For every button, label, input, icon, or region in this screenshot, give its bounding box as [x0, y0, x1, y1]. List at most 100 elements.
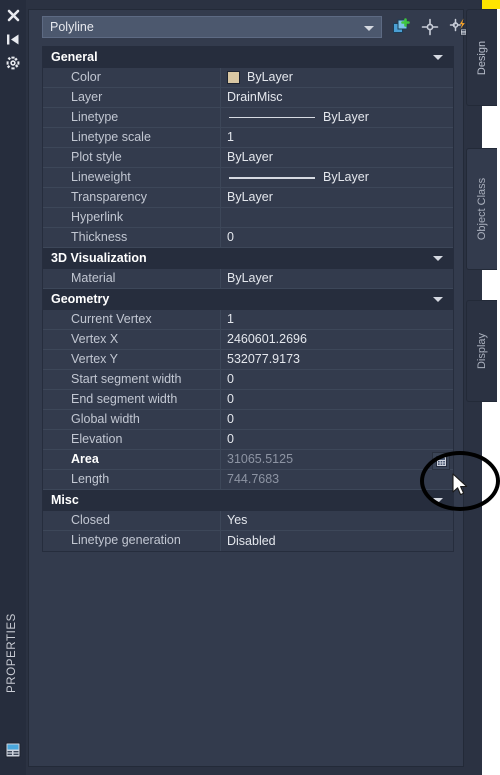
properties-content: Polyline General Color ByLayer Layer Dra… [28, 9, 468, 767]
property-grid: General Color ByLayer Layer DrainMisc Linetyp… [42, 46, 454, 552]
chevron-down-icon[interactable] [433, 297, 443, 302]
property-value-cell[interactable]: ByLayer [221, 148, 453, 167]
property-value-cell[interactable] [221, 208, 453, 227]
property-label: Vertex Y [43, 350, 221, 369]
tab-object-class[interactable]: Object Class [466, 148, 497, 270]
property-value-cell[interactable]: Yes [221, 511, 453, 530]
chevron-down-icon[interactable] [364, 26, 374, 31]
property-value: ByLayer [227, 190, 273, 204]
property-label: Current Vertex [43, 310, 221, 329]
property-row[interactable]: End segment width 0 [43, 390, 453, 410]
property-value: 0 [227, 372, 234, 386]
property-value-cell[interactable]: 0 [221, 430, 453, 449]
auto-hide-icon[interactable] [0, 28, 26, 50]
property-value-cell[interactable]: ByLayer [221, 168, 453, 187]
property-value-cell[interactable]: DrainMisc [221, 88, 453, 107]
property-row[interactable]: Thickness 0 [43, 228, 453, 248]
property-label: Plot style [43, 148, 221, 167]
select-objects-button[interactable] [418, 15, 442, 39]
property-label: Thickness [43, 228, 221, 247]
property-row[interactable]: Material ByLayer [43, 269, 453, 289]
property-value-cell[interactable]: ByLayer [221, 269, 453, 288]
property-value-cell[interactable]: 532077.9173 [221, 350, 453, 369]
property-value-cell[interactable]: 0 [221, 410, 453, 429]
property-value: DrainMisc [227, 90, 283, 104]
tab-display[interactable]: Display [466, 300, 497, 402]
property-value: 0 [227, 432, 234, 446]
properties-icon [5, 742, 21, 758]
property-value-cell[interactable]: 0 [221, 370, 453, 389]
property-row[interactable]: Lineweight ByLayer [43, 168, 453, 188]
property-row[interactable]: Linetype generation Disabled [43, 531, 453, 551]
property-value-cell[interactable]: 744.7683 [221, 470, 453, 489]
property-value-cell[interactable]: 31065.5125 [221, 450, 453, 469]
section-header-general[interactable]: General [43, 47, 453, 68]
property-row[interactable]: Closed Yes [43, 511, 453, 531]
color-swatch-icon [227, 71, 240, 84]
close-icon[interactable] [0, 4, 26, 26]
property-value: ByLayer [323, 170, 369, 184]
property-label: Linetype [43, 108, 221, 127]
property-label: Hyperlink [43, 208, 221, 227]
property-row[interactable]: Layer DrainMisc [43, 88, 453, 108]
property-value: ByLayer [227, 271, 273, 285]
panel-settings-icon[interactable] [0, 52, 26, 74]
property-label: Start segment width [43, 370, 221, 389]
property-row[interactable]: Hyperlink [43, 208, 453, 228]
property-row[interactable]: Vertex X 2460601.2696 [43, 330, 453, 350]
property-value-cell[interactable]: ByLayer [221, 188, 453, 207]
property-value: ByLayer [323, 110, 369, 124]
property-row[interactable]: Current Vertex 1 [43, 310, 453, 330]
property-label: Lineweight [43, 168, 221, 187]
property-value: 2460601.2696 [227, 332, 307, 346]
tab-design[interactable]: Design [466, 9, 497, 106]
section-header-3d-visualization[interactable]: 3D Visualization [43, 248, 453, 269]
chevron-down-icon[interactable] [433, 256, 443, 261]
chevron-down-icon[interactable] [433, 55, 443, 60]
property-value-cell[interactable]: 1 [221, 128, 453, 147]
palette-gutter: PROPERTIES [0, 0, 26, 775]
chevron-down-icon[interactable] [433, 498, 443, 503]
quick-calculator-button[interactable] [432, 452, 450, 470]
property-value-cell[interactable]: 0 [221, 228, 453, 247]
property-value-cell[interactable]: 1 [221, 310, 453, 329]
property-value: ByLayer [227, 150, 273, 164]
property-row[interactable]: Linetype ByLayer [43, 108, 453, 128]
property-value: 1 [227, 312, 234, 326]
property-value: 0 [227, 392, 234, 406]
section-header-misc[interactable]: Misc [43, 490, 453, 511]
section-title: Geometry [51, 292, 110, 306]
lineweight-preview-icon [229, 176, 315, 179]
property-value-cell[interactable]: 0 [221, 390, 453, 409]
property-row[interactable]: Area 31065.5125 [43, 450, 453, 470]
property-value-cell[interactable]: ByLayer [221, 68, 453, 87]
tab-object-class-label: Object Class [476, 177, 488, 241]
property-row[interactable]: Length 744.7683 [43, 470, 453, 490]
property-value-cell[interactable]: 2460601.2696 [221, 330, 453, 349]
property-label: Color [43, 68, 221, 87]
property-row[interactable]: Plot style ByLayer [43, 148, 453, 168]
property-value: Yes [227, 513, 248, 527]
property-label: Linetype scale [43, 128, 221, 147]
property-row[interactable]: Transparency ByLayer [43, 188, 453, 208]
property-row[interactable]: Vertex Y 532077.9173 [43, 350, 453, 370]
property-label: End segment width [43, 390, 221, 409]
property-row[interactable]: Start segment width 0 [43, 370, 453, 390]
linetype-preview-icon [229, 117, 315, 118]
property-row[interactable]: Global width 0 [43, 410, 453, 430]
object-type-value: Polyline [50, 20, 94, 34]
property-row[interactable]: Elevation 0 [43, 430, 453, 450]
property-value: Disabled [227, 533, 276, 548]
property-row[interactable]: Color ByLayer [43, 68, 453, 88]
property-value: 0 [227, 412, 234, 426]
property-label: Layer [43, 88, 221, 107]
object-type-combo[interactable]: Polyline [42, 16, 382, 38]
property-label: Material [43, 269, 221, 288]
property-value-cell[interactable]: Disabled [221, 531, 453, 551]
section-header-geometry[interactable]: Geometry [43, 289, 453, 310]
toggle-pickadd-button[interactable] [389, 15, 413, 39]
property-value-cell[interactable]: ByLayer [221, 108, 453, 127]
property-row[interactable]: Linetype scale 1 [43, 128, 453, 148]
section-title: 3D Visualization [51, 251, 147, 265]
property-label: Linetype generation [43, 531, 221, 551]
